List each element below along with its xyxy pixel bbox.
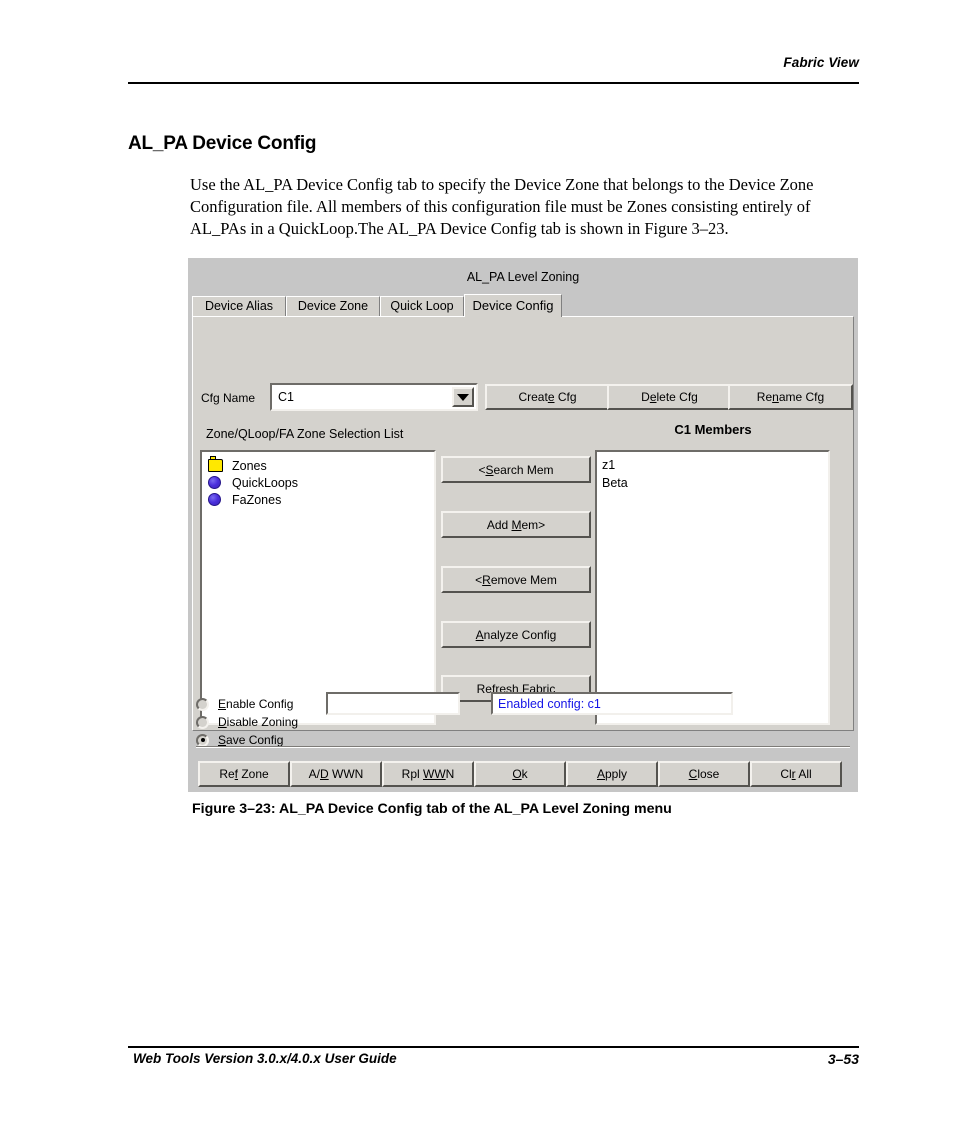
cfg-name-label: Cfg Name	[201, 391, 256, 405]
sphere-icon	[208, 476, 221, 489]
tab-device-alias[interactable]: Device Alias	[192, 296, 286, 316]
folder-icon	[208, 456, 223, 472]
clr-all-label: Clr All	[780, 767, 812, 781]
radio-enable-config[interactable]: Enable Config	[196, 695, 293, 713]
tab-device-zone[interactable]: Device Zone	[286, 296, 380, 316]
radio-button-icon[interactable]	[196, 733, 209, 747]
footer-guide-title: Web Tools Version 3.0.x/4.0.x User Guide	[133, 1051, 397, 1066]
rpl-wwn-label: Rpl WWN	[401, 767, 455, 781]
radio-button-icon[interactable]	[196, 697, 209, 711]
tab-quick-loop[interactable]: Quick Loop	[380, 296, 464, 316]
selection-list-label: Zone/QLoop/FA Zone Selection List	[206, 427, 404, 441]
remove-mem-label: <Remove Mem	[475, 572, 557, 587]
cfg-name-value: C1	[278, 390, 294, 404]
radio-disable-zoning[interactable]: Disable Zoning	[196, 713, 298, 731]
page-header: Fabric View	[128, 54, 859, 72]
analyze-config-label: Analyze Config	[475, 627, 557, 642]
tab-device-config[interactable]: Device Config	[464, 294, 562, 317]
dialog-button-bar: Ref Zone A/D WWN Rpl WWN Ok Apply Close …	[188, 754, 858, 792]
cfg-name-combo[interactable]: C1	[270, 383, 478, 411]
separator	[196, 746, 850, 748]
tree-item-zones[interactable]: Zones	[202, 456, 434, 474]
ok-button[interactable]: Ok	[474, 761, 566, 787]
status-field: Enabled config: c1	[491, 692, 733, 715]
zone-selection-tree[interactable]: Zones QuickLoops FaZones	[200, 450, 436, 725]
device-config-panel: Cfg Name C1 Create Cfg Delete Cfg Rename…	[192, 316, 854, 731]
status-text: Enabled config: c1	[498, 697, 601, 711]
rename-cfg-button[interactable]: Rename Cfg	[728, 384, 853, 410]
page-header-title: Fabric View	[783, 55, 859, 70]
tree-item-label: FaZones	[232, 492, 282, 507]
chevron-down-icon[interactable]	[452, 387, 474, 407]
footer-rule	[128, 1046, 859, 1048]
create-cfg-label: Create Cfg	[518, 390, 577, 404]
rename-cfg-label: Rename Cfg	[756, 390, 825, 404]
page-title: AL_PA Device Config	[128, 132, 317, 154]
list-item[interactable]: z1	[597, 456, 828, 474]
sphere-icon	[208, 493, 221, 506]
radio-label: Enable Config	[218, 697, 294, 711]
close-button[interactable]: Close	[658, 761, 750, 787]
header-rule	[128, 82, 859, 84]
radio-label: Save Config	[218, 733, 284, 747]
tree-item-label: QuickLoops	[232, 475, 299, 490]
ad-wwn-label: A/D WWN	[308, 767, 364, 781]
figure-caption: Figure 3–23: AL_PA Device Config tab of …	[192, 801, 672, 817]
tab-strip: Device Alias Device Zone Quick Loop Devi…	[192, 294, 854, 317]
search-mem-button[interactable]: <Search Mem	[441, 456, 591, 483]
radio-label: Disable Zoning	[218, 715, 299, 729]
add-mem-button[interactable]: Add Mem>	[441, 511, 591, 538]
analyze-config-button[interactable]: Analyze Config	[441, 621, 591, 648]
list-item[interactable]: Beta	[597, 474, 828, 492]
tree-item-quickloops[interactable]: QuickLoops	[202, 474, 434, 491]
al-pa-level-zoning-dialog: AL_PA Level Zoning Device Alias Device Z…	[188, 258, 858, 792]
clr-all-button[interactable]: Clr All	[750, 761, 842, 787]
delete-cfg-button[interactable]: Delete Cfg	[607, 384, 732, 410]
config-name-input[interactable]	[326, 692, 460, 715]
members-list[interactable]: z1 Beta	[595, 450, 830, 725]
ad-wwn-button[interactable]: A/D WWN	[290, 761, 382, 787]
dialog-title: AL_PA Level Zoning	[188, 258, 858, 296]
delete-cfg-label: Delete Cfg	[641, 390, 698, 404]
radio-button-icon[interactable]	[196, 715, 209, 729]
ref-zone-label: Ref Zone	[219, 767, 269, 781]
ref-zone-button[interactable]: Ref Zone	[198, 761, 290, 787]
rpl-wwn-button[interactable]: Rpl WWN	[382, 761, 474, 787]
members-label: C1 Members	[674, 422, 752, 437]
tree-item-fazones[interactable]: FaZones	[202, 491, 434, 508]
create-cfg-button[interactable]: Create Cfg	[485, 384, 610, 410]
close-label: Close	[688, 767, 720, 781]
tree-item-label: Zones	[232, 458, 267, 473]
search-mem-label: <Search Mem	[478, 462, 554, 477]
body-paragraph: Use the AL_PA Device Config tab to speci…	[190, 174, 814, 238]
remove-mem-button[interactable]: <Remove Mem	[441, 566, 591, 593]
apply-label: Apply	[596, 767, 628, 781]
add-mem-label: Add Mem>	[486, 517, 546, 532]
ok-label: Ok	[512, 767, 528, 781]
page-number: 3–53	[827, 1051, 859, 1067]
page-footer: Web Tools Version 3.0.x/4.0.x User Guide…	[128, 1051, 859, 1071]
apply-button[interactable]: Apply	[566, 761, 658, 787]
